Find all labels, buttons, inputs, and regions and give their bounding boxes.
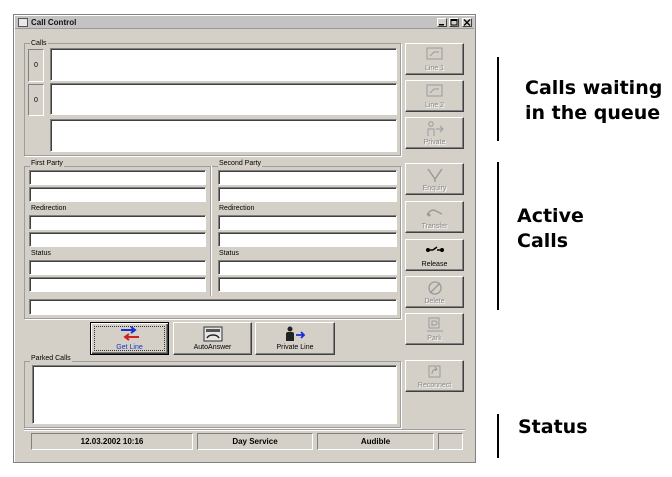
close-icon <box>463 19 471 26</box>
first-status-field[interactable] <box>29 260 206 275</box>
park-label: Park <box>427 335 442 342</box>
second-party-field[interactable] <box>218 187 397 202</box>
window-title: Call Control <box>31 18 77 27</box>
first-status-field[interactable] <box>29 277 206 292</box>
calls-group-label: Calls <box>30 39 48 48</box>
park-icon <box>427 317 443 332</box>
call-counter: 0 <box>28 84 44 116</box>
minimize-button[interactable] <box>437 18 447 27</box>
first-redirection-label: Redirection <box>30 204 68 213</box>
maximize-button[interactable] <box>449 18 459 27</box>
call-queue-field[interactable] <box>50 119 397 152</box>
status-service: Day Service <box>197 433 313 450</box>
first-party-field[interactable] <box>29 187 206 202</box>
second-redirection-field[interactable] <box>218 215 397 230</box>
release-button[interactable]: Release <box>405 239 464 271</box>
second-redirection-label: Redirection <box>218 204 256 213</box>
statusbar-separator <box>24 429 465 430</box>
line1-label: Line 1 <box>424 65 445 72</box>
close-button[interactable] <box>462 18 472 27</box>
auto-answer-button[interactable]: AutoAnswer <box>173 322 252 355</box>
parked-calls-list[interactable] <box>32 365 397 424</box>
info-field[interactable] <box>29 299 397 315</box>
private-line-label: Private Line <box>276 344 314 351</box>
call-control-window: Call Control Calls 0 0 First Party Secon… <box>13 14 476 463</box>
get-line-icon <box>120 326 139 341</box>
party-divider <box>210 166 211 296</box>
queue-bracket-line <box>497 57 499 141</box>
reconnect-label: Reconnect <box>417 382 452 389</box>
app-icon <box>18 18 28 27</box>
enquiry-label: Enquiry <box>422 185 447 192</box>
call-counter: 0 <box>28 49 44 82</box>
private-line-button[interactable]: Private Line <box>255 322 335 355</box>
transfer-label: Transfer <box>421 223 448 230</box>
queue-annotation: Calls waiting in the queue <box>525 77 663 124</box>
reconnect-button[interactable]: Reconnect <box>405 360 464 392</box>
active-annotation: Active Calls <box>517 205 584 252</box>
first-party-field[interactable] <box>29 170 206 185</box>
maximize-icon <box>450 19 458 26</box>
delete-button[interactable]: Delete <box>405 276 464 308</box>
second-redirection-field[interactable] <box>218 232 397 247</box>
second-party-label: Second Party <box>218 159 263 168</box>
line-icon <box>426 84 443 97</box>
park-button[interactable]: Park <box>405 313 464 345</box>
second-party-field[interactable] <box>218 170 397 185</box>
auto-answer-label: AutoAnswer <box>193 344 232 351</box>
get-line-button[interactable]: Get Line <box>90 322 169 355</box>
call-queue-field[interactable] <box>50 48 397 81</box>
first-redirection-field[interactable] <box>29 215 206 230</box>
private-label: Private <box>423 139 446 146</box>
enquiry-icon <box>427 168 443 182</box>
minimize-icon <box>439 24 444 26</box>
reconnect-icon <box>428 365 441 378</box>
second-status-label: Status <box>218 249 240 258</box>
status-extra-panel <box>438 433 463 450</box>
delete-icon <box>428 281 442 295</box>
parked-calls-label: Parked Calls <box>30 354 72 363</box>
transfer-icon <box>426 209 443 217</box>
line1-button[interactable]: Line 1 <box>405 43 464 75</box>
line2-label: Line 2 <box>424 102 445 109</box>
first-party-label: First Party <box>30 159 64 168</box>
title-bar: Call Control <box>15 16 474 29</box>
status-bracket-line <box>497 414 499 458</box>
release-icon <box>426 246 444 252</box>
second-status-field[interactable] <box>218 277 397 292</box>
status-datetime: 12.03.2002 10:16 <box>31 433 193 450</box>
release-label: Release <box>421 261 448 268</box>
call-queue-field[interactable] <box>50 83 397 115</box>
get-line-label: Get Line <box>116 344 143 351</box>
private-button[interactable]: Private <box>405 117 464 149</box>
line2-button[interactable]: Line 2 <box>405 80 464 112</box>
enquiry-button[interactable]: Enquiry <box>405 163 464 195</box>
private-line-icon <box>286 326 306 341</box>
status-audio: Audible <box>317 433 434 450</box>
private-icon <box>427 121 444 136</box>
active-bracket-line <box>497 162 499 310</box>
second-status-field[interactable] <box>218 260 397 275</box>
status-annotation: Status <box>518 416 588 438</box>
line-icon <box>426 47 443 60</box>
auto-answer-icon <box>203 326 222 342</box>
delete-label: Delete <box>424 298 445 305</box>
first-redirection-field[interactable] <box>29 232 206 247</box>
first-status-label: Status <box>30 249 52 258</box>
transfer-button[interactable]: Transfer <box>405 201 464 233</box>
